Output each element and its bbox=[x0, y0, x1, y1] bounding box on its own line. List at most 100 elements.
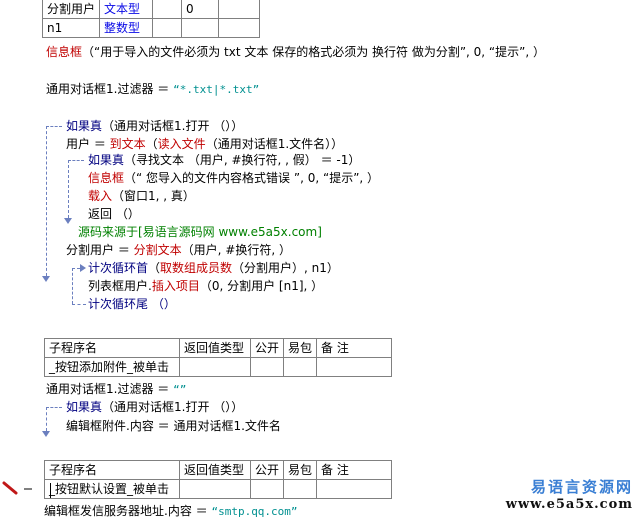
header-cell: 易包 bbox=[283, 460, 318, 480]
subroutine-table: 子程序名 返回值类型 公开 易包 备 注 _按钮默认设置_被单击 bbox=[44, 460, 393, 499]
keyword: 如果真 bbox=[66, 119, 103, 133]
flow-line bbox=[68, 160, 69, 218]
flow-arrow-icon bbox=[64, 218, 72, 224]
flow-line bbox=[72, 304, 86, 305]
table-cell[interactable] bbox=[249, 479, 285, 499]
flow-arrow-icon bbox=[80, 264, 86, 272]
flow-line bbox=[46, 407, 62, 408]
var-name-cell[interactable]: 分割用户 bbox=[41, 0, 101, 19]
code-line-split[interactable]: 分割用户 ＝ 分割文本（用户, #换行符, ） bbox=[66, 242, 291, 258]
func-name: 信息框 bbox=[46, 45, 83, 59]
table-header-row: 子程序名 返回值类型 公开 易包 备 注 bbox=[44, 338, 393, 358]
func-args: （通用对话框1.打开 （）） bbox=[102, 119, 244, 133]
code-line-if-nested[interactable]: 如果真（寻找文本 （用户, #换行符, , 假） ＝ -1） bbox=[88, 152, 360, 168]
func-args: （用户, #换行符, ） bbox=[181, 243, 291, 257]
watermark-logo: 易语言资源网 www.e5a5x.com bbox=[506, 476, 633, 512]
paren: （ bbox=[145, 137, 158, 151]
assign-lhs: 编辑框发信服务器地址.内容 ＝ bbox=[44, 504, 212, 518]
var-cell[interactable] bbox=[218, 18, 261, 38]
func-args: （分割用户）, n1） bbox=[232, 261, 339, 275]
flow-line bbox=[46, 126, 62, 127]
func-name: 分割文本 bbox=[133, 243, 182, 257]
table-header-row: 子程序名 返回值类型 公开 易包 备 注 bbox=[44, 460, 393, 480]
assign-lhs: 通用对话框1.过滤器 ＝ bbox=[46, 382, 174, 396]
var-cell[interactable] bbox=[152, 18, 183, 38]
header-cell: 备 注 bbox=[316, 460, 393, 480]
assign-lhs: 通用对话框1.过滤器 ＝ bbox=[46, 82, 174, 96]
assign-lhs: 用户 ＝ bbox=[66, 137, 110, 151]
header-cell: 子程序名 bbox=[44, 338, 180, 358]
func-name: 到文本 bbox=[109, 137, 146, 151]
header-cell: 子程序名 bbox=[44, 460, 180, 480]
table-row[interactable]: _按钮添加附件_被单击 bbox=[44, 357, 393, 377]
flow-line bbox=[68, 160, 84, 161]
table-cell[interactable] bbox=[283, 479, 318, 499]
func-args: （通用对话框1.文件名）） bbox=[205, 137, 344, 151]
header-cell: 易包 bbox=[283, 338, 318, 358]
func-args: （寻找文本 （用户, #换行符, , 假） ＝ -1） bbox=[124, 153, 361, 167]
var-cell[interactable] bbox=[152, 0, 183, 19]
code-line-if[interactable]: 如果真（通用对话框1.打开 （）） bbox=[66, 118, 243, 134]
keyword: 如果真 bbox=[88, 153, 125, 167]
code-line-filter-2[interactable]: 通用对话框1.过滤器 ＝ “” bbox=[46, 381, 186, 398]
code-line-if-2[interactable]: 如果真（通用对话框1.打开 （）） bbox=[66, 399, 243, 415]
func-args: （0, 分割用户 [n1], ） bbox=[199, 279, 324, 293]
code-line-list[interactable]: 列表框用户.插入项目（0, 分割用户 [n1], ） bbox=[88, 278, 323, 294]
flow-line bbox=[46, 407, 47, 431]
code-comment[interactable]: 源码来源于[易语言源码网 www.e5a5x.com] bbox=[78, 224, 322, 240]
code-line-load[interactable]: 载入（窗口1, , 真） bbox=[88, 188, 195, 204]
text-cursor bbox=[50, 483, 51, 498]
header-cell: 返回值类型 bbox=[179, 338, 251, 358]
keyword: 如果真 bbox=[66, 400, 103, 414]
code-line-edit[interactable]: 编辑框附件.内容 ＝ 通用对话框1.文件名 bbox=[66, 418, 281, 434]
table-cell[interactable] bbox=[316, 357, 393, 377]
code-line-filter[interactable]: 通用对话框1.过滤器 ＝ “*.txt|*.txt” bbox=[46, 81, 259, 98]
func-args: （“用于导入的文件必须为 txt 文本 保存的格式必须为 换行符 做为分割”, … bbox=[82, 45, 545, 59]
table-cell[interactable] bbox=[316, 479, 393, 499]
var-type-cell[interactable]: 文本型 bbox=[99, 0, 154, 19]
code-line-loop[interactable]: 计次循环首（取数组成员数（分割用户）, n1） bbox=[88, 260, 339, 276]
code-line-msgbox-2[interactable]: 信息框（“ 您导入的文件内容格式错误 ”, 0, “提示”, ） bbox=[88, 170, 379, 186]
header-cell: 公开 bbox=[249, 338, 285, 358]
var-cell[interactable] bbox=[181, 18, 220, 38]
table-row[interactable]: 分割用户 文本型 0 bbox=[41, 0, 261, 19]
table-cell[interactable] bbox=[179, 479, 251, 499]
edit-marker-icon[interactable] bbox=[2, 480, 36, 496]
code-line-return[interactable]: 返回 （） bbox=[88, 206, 140, 222]
paren: （ bbox=[148, 261, 161, 275]
func-args: （通用对话框1.打开 （）） bbox=[102, 400, 244, 414]
watermark-url: www.e5a5x.com bbox=[505, 497, 633, 512]
table-cell[interactable] bbox=[249, 357, 285, 377]
subroutine-name-cell[interactable]: _按钮默认设置_被单击 bbox=[44, 479, 180, 499]
header-cell: 返回值类型 bbox=[179, 460, 251, 480]
flow-line bbox=[72, 268, 80, 269]
func-name: 取数组成员数 bbox=[160, 261, 233, 275]
header-cell: 备 注 bbox=[316, 338, 393, 358]
var-name-cell[interactable]: n1 bbox=[41, 18, 101, 38]
subroutine-name-cell[interactable]: _按钮添加附件_被单击 bbox=[44, 357, 180, 377]
code-line-user[interactable]: 用户 ＝ 到文本（读入文件（通用对话框1.文件名）） bbox=[66, 136, 343, 152]
func-name: 载入 bbox=[88, 189, 113, 203]
header-cell: 公开 bbox=[249, 460, 285, 480]
func-args: （窗口1, , 真） bbox=[112, 189, 195, 203]
table-cell[interactable] bbox=[179, 357, 251, 377]
subroutine-table: 子程序名 返回值类型 公开 易包 备 注 _按钮添加附件_被单击 bbox=[44, 338, 393, 377]
func-name: 插入项目 bbox=[151, 279, 200, 293]
code-line-server[interactable]: 编辑框发信服务器地址.内容 ＝ “smtp.qq.com” bbox=[44, 503, 298, 520]
assign-lhs: 分割用户 ＝ bbox=[66, 243, 134, 257]
string-literal: “*.txt|*.txt” bbox=[173, 83, 260, 96]
table-row[interactable]: _按钮默认设置_被单击 bbox=[44, 479, 393, 499]
func-name: 信息框 bbox=[88, 171, 125, 185]
var-cell[interactable]: 0 bbox=[181, 0, 220, 19]
var-type-cell[interactable]: 整数型 bbox=[99, 18, 154, 38]
func-name: 读入文件 bbox=[157, 137, 206, 151]
func-args: （“ 您导入的文件内容格式错误 ”, 0, “提示”, ） bbox=[124, 171, 380, 185]
flow-line bbox=[72, 268, 73, 304]
code-line-msgbox[interactable]: 信息框（“用于导入的文件必须为 txt 文本 保存的格式必须为 换行符 做为分割… bbox=[46, 44, 545, 60]
table-row[interactable]: n1 整数型 bbox=[41, 18, 261, 38]
string-literal: “smtp.qq.com” bbox=[211, 505, 298, 518]
assign-lhs: 列表框用户. bbox=[88, 279, 152, 293]
code-line-loop-end[interactable]: 计次循环尾 （） bbox=[88, 296, 176, 312]
var-cell[interactable] bbox=[218, 0, 261, 19]
table-cell[interactable] bbox=[283, 357, 318, 377]
